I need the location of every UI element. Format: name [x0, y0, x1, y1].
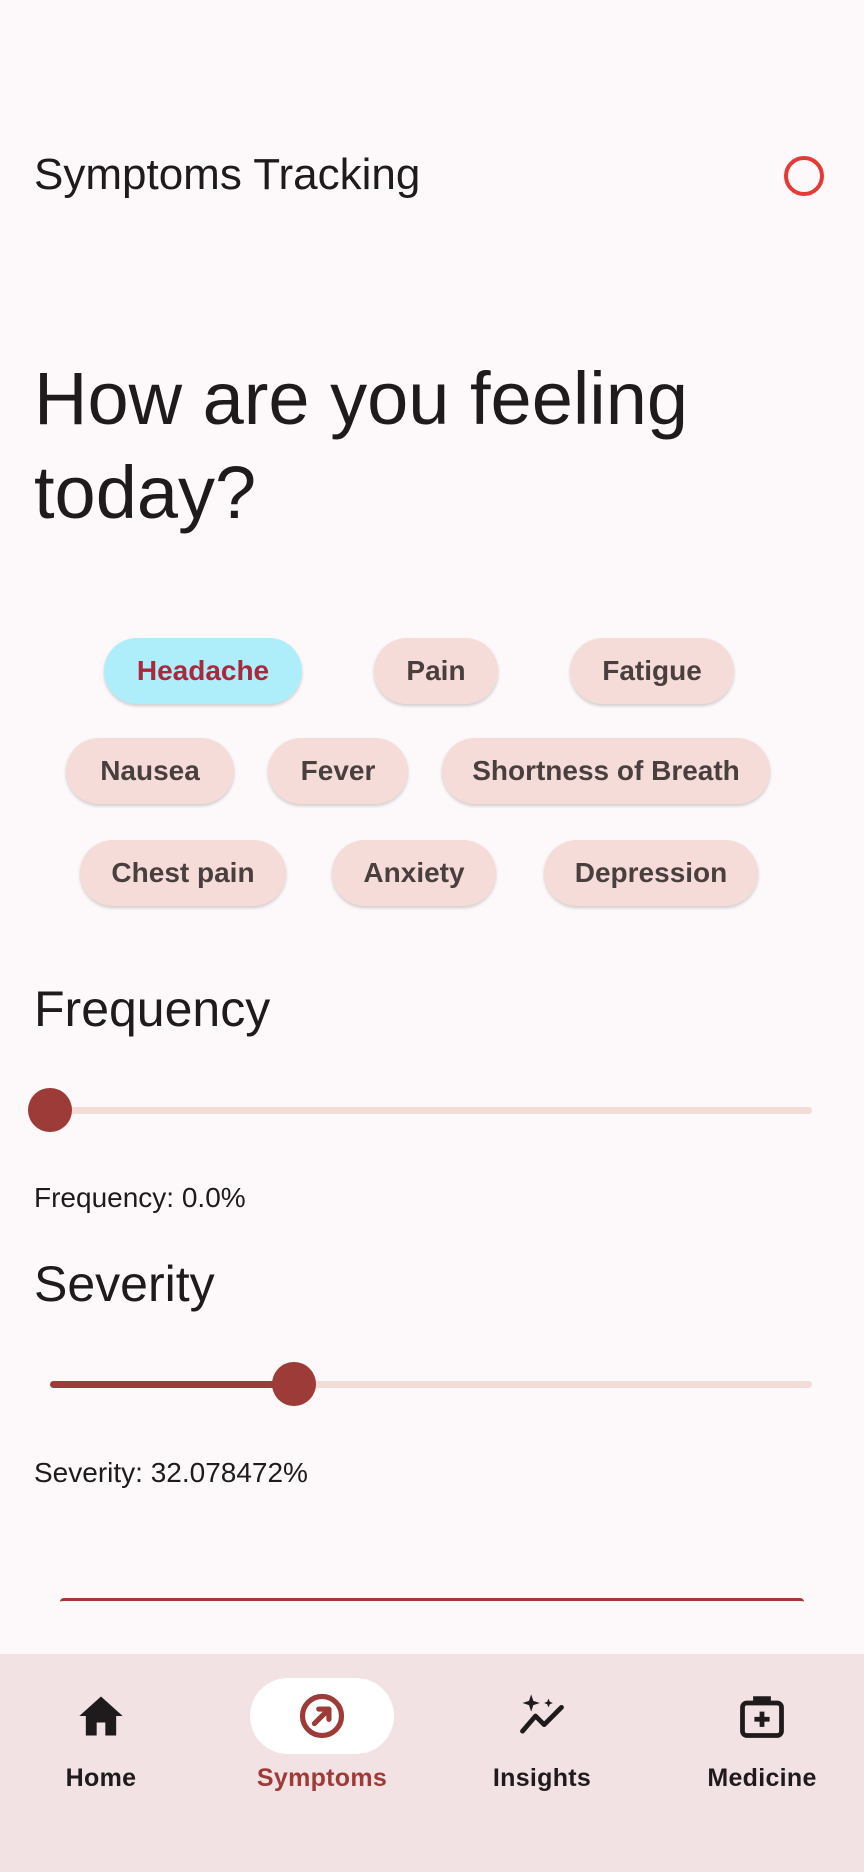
chip-nausea[interactable]: Nausea — [66, 738, 234, 804]
symptoms-icon — [299, 1693, 345, 1739]
frequency-slider-thumb[interactable] — [28, 1088, 72, 1132]
severity-slider[interactable] — [50, 1362, 812, 1406]
chip-chest-pain[interactable]: Chest pain — [80, 840, 286, 906]
nav-item-home[interactable]: Home — [1, 1678, 201, 1818]
chip-fatigue[interactable]: Fatigue — [570, 638, 734, 704]
nav-item-insights[interactable]: Insights — [442, 1678, 642, 1818]
chip-shortness-of-breath[interactable]: Shortness of Breath — [442, 738, 770, 804]
page-headline: How are you feeling today? — [34, 357, 689, 534]
submit-button[interactable] — [60, 1598, 804, 1602]
nav-label-symptoms: Symptoms — [256, 1764, 388, 1792]
nav-pill-insights — [470, 1678, 614, 1754]
nav-label-home: Home — [65, 1764, 137, 1792]
frequency-value: Frequency: 0.0% — [34, 1182, 246, 1213]
frequency-title: Frequency — [34, 981, 271, 1037]
severity-slider-thumb[interactable] — [272, 1362, 317, 1406]
nav-label-insights: Insights — [492, 1764, 592, 1792]
frequency-slider[interactable] — [28, 1088, 812, 1132]
chip-anxiety[interactable]: Anxiety — [332, 840, 496, 906]
symptoms-screen: Symptoms Tracking How are you feeling to… — [0, 0, 864, 1872]
bottom-navigation: Home Symptoms Insights Medicine — [0, 1654, 864, 1872]
nav-pill-symptoms — [250, 1678, 394, 1754]
top-app-bar: Symptoms Tracking — [0, 130, 864, 222]
insights-icon — [520, 1694, 564, 1734]
status-indicator-icon[interactable] — [784, 156, 824, 196]
nav-pill-medicine — [690, 1678, 834, 1754]
chip-fever[interactable]: Fever — [268, 738, 408, 804]
severity-title: Severity — [34, 1256, 215, 1312]
nav-label-medicine: Medicine — [707, 1764, 817, 1792]
chip-pain[interactable]: Pain — [374, 638, 498, 704]
app-title: Symptoms Tracking — [34, 150, 421, 199]
chip-headache[interactable]: Headache — [104, 638, 302, 704]
nav-pill-home — [29, 1678, 173, 1754]
frequency-slider-track — [50, 1107, 812, 1114]
chip-depression[interactable]: Depression — [544, 840, 758, 906]
nav-item-symptoms[interactable]: Symptoms — [222, 1678, 422, 1818]
severity-slider-fill — [50, 1381, 295, 1388]
severity-value: Severity: 32.078472% — [34, 1457, 308, 1488]
medicine-icon — [740, 1696, 784, 1738]
home-icon — [79, 1696, 123, 1736]
nav-item-medicine[interactable]: Medicine — [662, 1678, 862, 1818]
